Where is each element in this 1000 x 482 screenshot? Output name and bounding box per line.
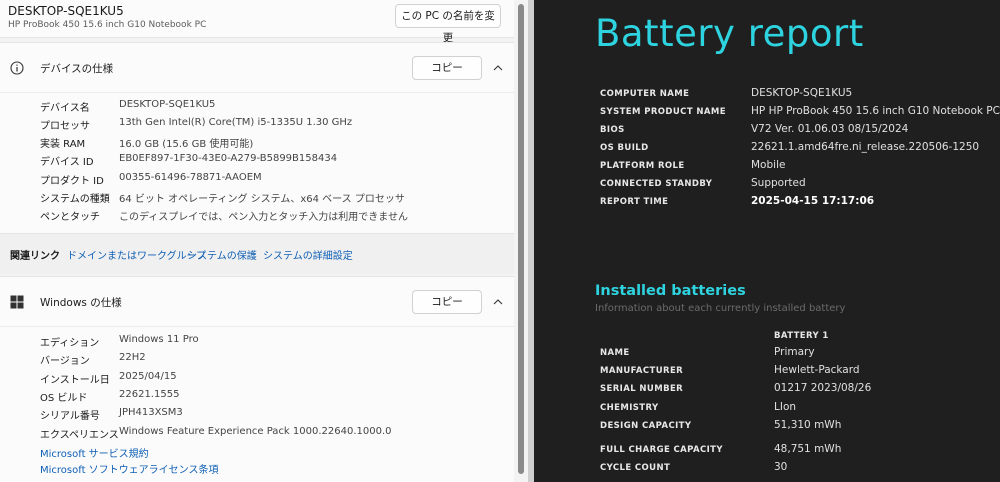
chevron-up-icon[interactable]: [491, 295, 505, 309]
system-protection-link[interactable]: システムの保護: [187, 247, 257, 262]
battery-column-header: BATTERY 1: [774, 331, 829, 341]
info-icon: [10, 61, 24, 75]
battery-report-title: Battery report: [595, 12, 864, 55]
installed-batteries-subtitle: Information about each currently install…: [595, 303, 846, 314]
vertical-scrollbar[interactable]: [514, 0, 528, 482]
windows-spec-section: Windows の仕様 コピー エディション Windows 11 Pro バージ…: [0, 276, 514, 482]
ms-services-agreement-link[interactable]: Microsoft サービス規約: [40, 445, 149, 460]
installed-batteries-heading: Installed batteries: [595, 283, 746, 299]
device-spec-header[interactable]: デバイスの仕様 コピー: [0, 43, 514, 93]
windows-spec-copy-button[interactable]: コピー: [412, 290, 482, 314]
windows-logo-icon: [10, 295, 24, 309]
device-spec-title: デバイスの仕様: [40, 63, 114, 75]
rename-pc-button[interactable]: この PC の名前を変更: [395, 4, 501, 44]
device-spec-copy-button[interactable]: コピー: [412, 56, 482, 80]
device-spec-section: デバイスの仕様 コピー デバイス名 DESKTOP-SQE1KU5 プロセッサ 13…: [0, 42, 514, 234]
device-name-title: DESKTOP-SQE1KU5: [8, 4, 124, 18]
related-links-bar: 関連リンク ドメインまたはワークグループ システムの保護 システムの詳細設定: [0, 234, 514, 274]
scrollbar-thumb[interactable]: [518, 4, 524, 474]
advanced-system-settings-link[interactable]: システムの詳細設定: [263, 247, 353, 262]
chevron-up-icon[interactable]: [491, 61, 505, 75]
windows-spec-header[interactable]: Windows の仕様 コピー: [0, 277, 514, 327]
related-links-label: 関連リンク: [10, 251, 60, 262]
windows-spec-title: Windows の仕様: [40, 297, 122, 309]
device-header-card: DESKTOP-SQE1KU5 HP ProBook 450 15.6 inch…: [0, 0, 514, 44]
device-model-subtitle: HP ProBook 450 15.6 inch G10 Notebook PC: [8, 20, 207, 30]
settings-about-pane: DESKTOP-SQE1KU5 HP ProBook 450 15.6 inch…: [0, 0, 528, 482]
domain-workgroup-link[interactable]: ドメインまたはワークグループ: [67, 247, 206, 262]
ms-license-terms-link[interactable]: Microsoft ソフトウェアライセンス条項: [40, 461, 219, 476]
battery-report-pane: Battery report COMPUTER NAME DESKTOP-SQE1…: [534, 0, 1000, 482]
